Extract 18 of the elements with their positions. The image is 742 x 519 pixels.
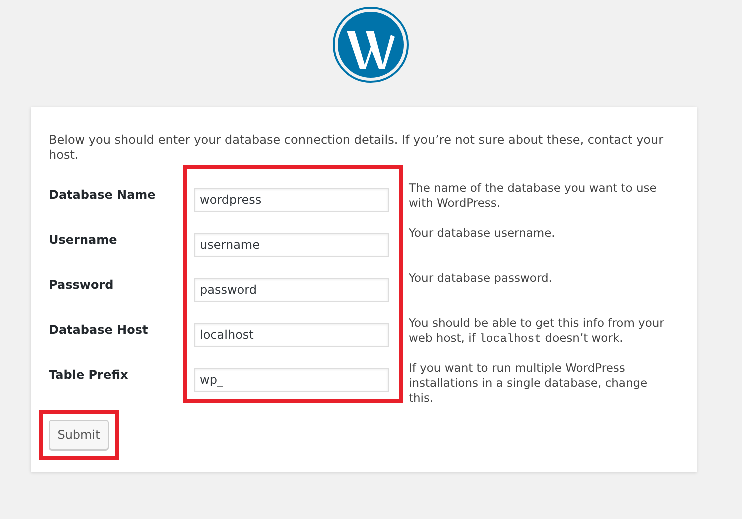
field-label: Username <box>49 232 118 248</box>
input-field[interactable]: localhost <box>194 323 389 347</box>
intro-text: Below you should enter your database connection details. If you’re not sure about these, contact your host. <box>49 133 665 163</box>
submit-button[interactable]: Submit <box>49 420 109 450</box>
help-text: The name of the database you want to use with WordPress. <box>409 181 658 211</box>
input-field[interactable]: password <box>194 278 389 302</box>
input-field[interactable]: wp_ <box>194 368 389 392</box>
input-field[interactable]: wordpress <box>194 188 389 212</box>
help-text: If you want to run multiple WordPress installations in a single database, change this. <box>409 361 649 406</box>
field-label: Database Host <box>49 322 150 338</box>
field-label: Table Prefix <box>49 367 130 383</box>
field-label: Password <box>49 277 115 293</box>
input-field[interactable]: username <box>194 233 389 257</box>
logo-icon <box>333 7 409 83</box>
help-text: Your database password. <box>409 271 554 286</box>
help-text: Your database username. <box>409 226 556 241</box>
help-text: You should be able to get this info from your web host, if localhost doesn’t work. <box>409 316 666 347</box>
field-label: Database Name <box>49 187 157 203</box>
